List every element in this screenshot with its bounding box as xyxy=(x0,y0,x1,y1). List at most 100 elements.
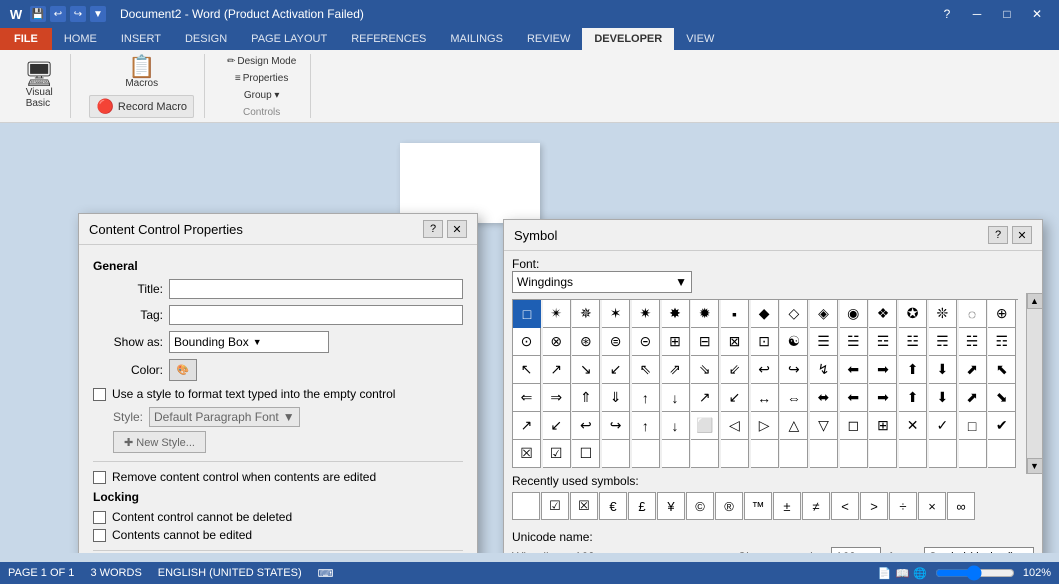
sym-cell[interactable]: ✹ xyxy=(691,300,719,328)
sym-selected[interactable]: □ xyxy=(513,300,541,328)
tab-developer[interactable]: DEVELOPER xyxy=(582,28,674,50)
sym-cell[interactable]: ⇖ xyxy=(632,356,660,384)
sym-cell[interactable]: ↗ xyxy=(543,356,571,384)
sym-cell[interactable]: ↗ xyxy=(513,412,541,440)
scroll-down-button[interactable]: ▼ xyxy=(1027,458,1043,474)
sym-cell[interactable]: ⇔ xyxy=(780,384,808,412)
sym-cell[interactable]: ⊜ xyxy=(602,328,630,356)
tab-references[interactable]: REFERENCES xyxy=(339,28,438,50)
title-input[interactable] xyxy=(169,279,463,299)
sym-cell[interactable] xyxy=(899,440,927,468)
sym-cell[interactable]: ⬈ xyxy=(959,384,987,412)
sym-cell[interactable] xyxy=(632,440,660,468)
sym-cell[interactable] xyxy=(780,440,808,468)
sym-cell[interactable]: ◆ xyxy=(751,300,779,328)
redo-icon[interactable]: ↪ xyxy=(70,6,86,22)
sym-cell[interactable] xyxy=(959,440,987,468)
sym-cell[interactable]: ☰ xyxy=(810,328,838,356)
sym-cell[interactable]: ↖ xyxy=(513,356,541,384)
tab-file[interactable]: FILE xyxy=(0,28,52,50)
sym-cell[interactable]: ☶ xyxy=(988,328,1016,356)
sym-cell[interactable]: ☒ xyxy=(513,440,541,468)
sym-cell[interactable]: ⬉ xyxy=(988,356,1016,384)
sym-cell[interactable]: ◌ xyxy=(959,300,987,328)
sym-cell[interactable]: ⊕ xyxy=(988,300,1016,328)
use-style-checkbox[interactable] xyxy=(93,388,106,401)
sym-cell[interactable]: ↓ xyxy=(662,412,690,440)
sym-cell[interactable]: ↯ xyxy=(810,356,838,384)
ccp-help-button[interactable]: ? xyxy=(423,220,443,238)
sym-cell[interactable]: ⊟ xyxy=(691,328,719,356)
tab-view[interactable]: VIEW xyxy=(674,28,726,50)
sym-cell[interactable]: ↑ xyxy=(632,412,660,440)
sym-cell[interactable]: ⇘ xyxy=(691,356,719,384)
sym-cell[interactable]: ◈ xyxy=(810,300,838,328)
color-picker[interactable]: 🎨 xyxy=(169,359,197,381)
recent-times[interactable]: × xyxy=(918,492,946,520)
group-button[interactable]: Group ▾ xyxy=(240,88,284,103)
recent-registered[interactable]: ® xyxy=(715,492,743,520)
recent-less[interactable]: < xyxy=(831,492,859,520)
sym-cell[interactable]: ✕ xyxy=(899,412,927,440)
new-style-button[interactable]: ✚ New Style... xyxy=(113,431,206,453)
save-icon[interactable]: 💾 xyxy=(30,6,46,22)
sym-cell[interactable]: ⬇ xyxy=(929,384,957,412)
sym-cell[interactable]: ✵ xyxy=(572,300,600,328)
sym-cell[interactable]: ▷ xyxy=(751,412,779,440)
sym-cell[interactable]: ☳ xyxy=(899,328,927,356)
sym-cell[interactable]: ✓ xyxy=(929,412,957,440)
recent-checked-box[interactable]: ☒ xyxy=(570,492,598,520)
sym-cell[interactable] xyxy=(810,440,838,468)
sym-cell[interactable]: ↓ xyxy=(662,384,690,412)
undo-icon[interactable]: ↩ xyxy=(50,6,66,22)
tab-page-layout[interactable]: PAGE LAYOUT xyxy=(239,28,339,50)
recent-checkmark[interactable]: ☑ xyxy=(541,492,569,520)
sym-cell[interactable]: ⇒ xyxy=(543,384,571,412)
recent-tm[interactable]: ™ xyxy=(744,492,772,520)
recent-empty[interactable] xyxy=(512,492,540,520)
sym-cell[interactable] xyxy=(662,440,690,468)
lock1-checkbox[interactable] xyxy=(93,511,106,524)
tab-mailings[interactable]: MAILINGS xyxy=(438,28,515,50)
sym-cell[interactable]: ⬇ xyxy=(929,356,957,384)
sym-cell[interactable]: ➡ xyxy=(869,384,897,412)
sym-cell[interactable]: ✴ xyxy=(543,300,571,328)
help-button[interactable]: ? xyxy=(933,0,961,28)
macros-button[interactable]: 📋 Macros xyxy=(119,54,164,91)
sym-cell[interactable]: ↙ xyxy=(543,412,571,440)
sym-cell[interactable]: ✪ xyxy=(899,300,927,328)
sym-cell[interactable]: △ xyxy=(780,412,808,440)
sym-cell[interactable] xyxy=(840,440,868,468)
sym-cell[interactable]: ⇐ xyxy=(513,384,541,412)
sym-cell[interactable]: ☱ xyxy=(840,328,868,356)
recent-copyright[interactable]: © xyxy=(686,492,714,520)
sym-cell[interactable] xyxy=(751,440,779,468)
tab-home[interactable]: HOME xyxy=(52,28,109,50)
sym-cell[interactable]: ⬆ xyxy=(899,356,927,384)
restore-button[interactable]: □ xyxy=(993,0,1021,28)
sym-cell[interactable]: ☑ xyxy=(543,440,571,468)
sym-cell[interactable]: ☐ xyxy=(572,440,600,468)
lock2-checkbox[interactable] xyxy=(93,529,106,542)
sym-cell[interactable] xyxy=(691,440,719,468)
sym-cell[interactable]: ⊠ xyxy=(721,328,749,356)
sym-cell[interactable]: ◻ xyxy=(840,412,868,440)
from-select[interactable]: Symbol (decimal) ▼ xyxy=(924,547,1034,553)
design-mode-button[interactable]: ✏ Design Mode xyxy=(223,54,300,69)
sym-cell[interactable]: ⊞ xyxy=(662,328,690,356)
sym-cell[interactable] xyxy=(602,440,630,468)
minimize-button[interactable]: ─ xyxy=(963,0,991,28)
sym-cell[interactable]: ↪ xyxy=(780,356,808,384)
sym-cell[interactable]: ⇙ xyxy=(721,356,749,384)
sym-cell[interactable]: ⊗ xyxy=(543,328,571,356)
visual-basic-button[interactable]: 🖥 VisualBasic xyxy=(18,61,60,111)
symbol-scrollbar[interactable]: ▲ ▼ xyxy=(1026,293,1042,474)
sym-cell[interactable]: ⊙ xyxy=(513,328,541,356)
sym-cell[interactable]: ⇗ xyxy=(662,356,690,384)
sym-cell[interactable]: ⬆ xyxy=(899,384,927,412)
sym-cell[interactable]: ◁ xyxy=(721,412,749,440)
sym-cell[interactable]: ↙ xyxy=(602,356,630,384)
sym-cell[interactable]: ✶ xyxy=(602,300,630,328)
sym-cell[interactable]: ⇑ xyxy=(572,384,600,412)
tag-input[interactable] xyxy=(169,305,463,325)
